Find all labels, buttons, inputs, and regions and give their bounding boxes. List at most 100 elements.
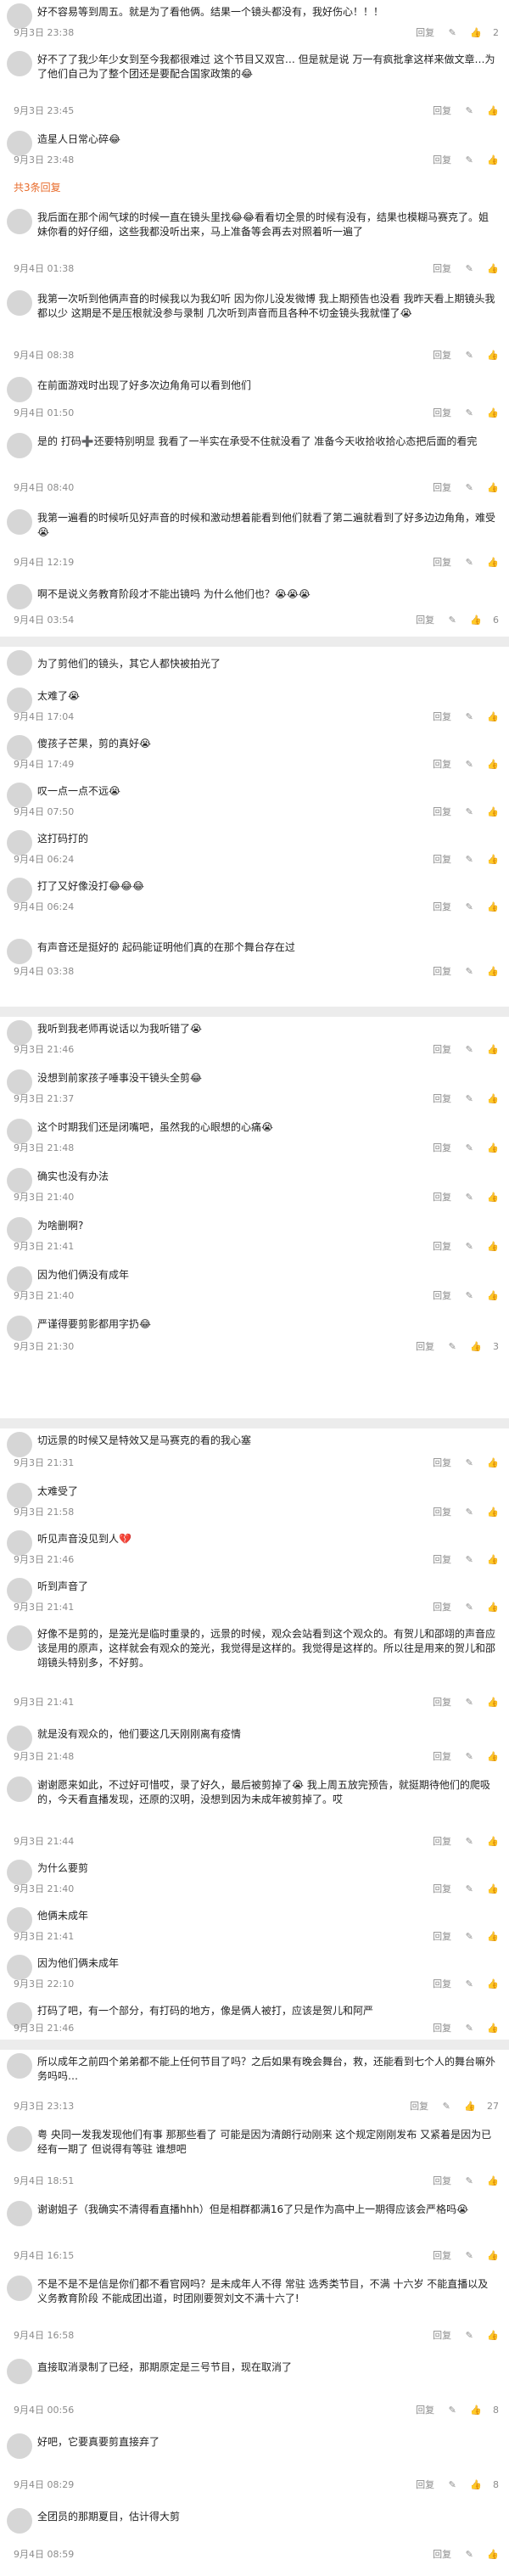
comment-icon[interactable]: ✎ [466,2330,473,2341]
thumb-up-icon[interactable]: 👍 [464,2101,476,2112]
reply-button[interactable]: 回复 [433,1751,451,1762]
reply-button[interactable]: 回复 [433,1241,451,1252]
reply-button[interactable]: 回复 [416,2405,434,2416]
comment-icon[interactable]: ✎ [449,1341,456,1352]
comment-icon[interactable]: ✎ [466,105,473,116]
thumb-up-icon[interactable]: 👍 [487,806,499,817]
reply-button[interactable]: 回复 [416,615,434,626]
reply-button[interactable]: 回复 [433,1883,451,1894]
reply-button[interactable]: 回复 [433,2023,451,2034]
reply-button[interactable]: 回复 [416,2479,434,2490]
comment-icon[interactable]: ✎ [466,1457,473,1468]
comment-icon[interactable]: ✎ [466,1751,473,1762]
reply-button[interactable]: 回复 [416,1341,434,1352]
reply-button[interactable]: 回复 [433,154,451,166]
reply-button[interactable]: 回复 [433,1192,451,1203]
comment-icon[interactable]: ✎ [466,1883,473,1894]
thumb-up-icon[interactable]: 👍 [487,1192,499,1203]
thumb-up-icon[interactable]: 👍 [470,2479,482,2490]
reply-button[interactable]: 回复 [433,350,451,361]
thumb-up-icon[interactable]: 👍 [487,854,499,865]
thumb-up-icon[interactable]: 👍 [487,154,499,166]
avatar[interactable] [7,2359,32,2384]
thumb-up-icon[interactable]: 👍 [487,350,499,361]
reply-button[interactable]: 回复 [433,1554,451,1565]
thumb-up-icon[interactable]: 👍 [487,482,499,493]
comment-icon[interactable]: ✎ [466,557,473,568]
thumb-up-icon[interactable]: 👍 [487,1241,499,1252]
avatar[interactable] [7,2433,32,2459]
reply-button[interactable]: 回复 [433,105,451,116]
comment-icon[interactable]: ✎ [466,1836,473,1847]
reply-button[interactable]: 回复 [410,2101,428,2112]
avatar[interactable] [7,2126,32,2152]
thumb-up-icon[interactable]: 👍 [487,2330,499,2341]
avatar[interactable] [7,1432,32,1457]
reply-button[interactable]: 回复 [433,2175,451,2186]
thumb-up-icon[interactable]: 👍 [487,1602,499,1613]
comment-icon[interactable]: ✎ [466,407,473,418]
avatar[interactable] [7,377,32,402]
reply-button[interactable]: 回复 [433,2549,451,2560]
reply-button[interactable]: 回复 [433,1602,451,1613]
avatar[interactable] [7,1726,32,1751]
reply-button[interactable]: 回复 [433,966,451,977]
comment-icon[interactable]: ✎ [466,2250,473,2261]
thumb-up-icon[interactable]: 👍 [487,407,499,418]
avatar[interactable] [7,939,32,964]
comment-icon[interactable]: ✎ [466,1978,473,1990]
comment-icon[interactable]: ✎ [466,1142,473,1153]
comment-icon[interactable]: ✎ [466,2549,473,2560]
avatar[interactable] [7,1316,32,1341]
thumb-up-icon[interactable]: 👍 [487,2023,499,2034]
comment-icon[interactable]: ✎ [466,1931,473,1942]
thumb-up-icon[interactable]: 👍 [487,263,499,274]
reply-button[interactable]: 回复 [433,1697,451,1708]
thumb-up-icon[interactable]: 👍 [487,2549,499,2560]
thumb-up-icon[interactable]: 👍 [487,1093,499,1104]
avatar[interactable] [7,509,32,535]
comment-icon[interactable]: ✎ [466,2023,473,2034]
comment-icon[interactable]: ✎ [449,27,456,38]
comment-icon[interactable]: ✎ [466,854,473,865]
reply-button[interactable]: 回复 [433,557,451,568]
avatar[interactable] [7,584,32,609]
avatar[interactable] [7,2276,32,2301]
thumb-up-icon[interactable]: 👍 [487,901,499,912]
comment-icon[interactable]: ✎ [466,1507,473,1518]
comment-icon[interactable]: ✎ [466,1554,473,1565]
comment-icon[interactable]: ✎ [466,1290,473,1301]
avatar[interactable] [7,290,32,316]
thumb-up-icon[interactable]: 👍 [470,27,482,38]
comment-icon[interactable]: ✎ [466,2175,473,2186]
comment-icon[interactable]: ✎ [466,901,473,912]
thumb-up-icon[interactable]: 👍 [487,1931,499,1942]
avatar[interactable] [7,650,32,676]
comment-icon[interactable]: ✎ [466,1602,473,1613]
thumb-up-icon[interactable]: 👍 [487,1507,499,1518]
comment-icon[interactable]: ✎ [466,1044,473,1055]
reply-button[interactable]: 回复 [433,1507,451,1518]
comment-icon[interactable]: ✎ [466,1697,473,1708]
thumb-up-icon[interactable]: 👍 [487,1751,499,1762]
comment-icon[interactable]: ✎ [443,2101,450,2112]
reply-button[interactable]: 回复 [433,1836,451,1847]
reply-count-link[interactable]: 共3条回复 [14,180,61,194]
avatar[interactable] [7,209,32,234]
reply-button[interactable]: 回复 [433,1142,451,1153]
thumb-up-icon[interactable]: 👍 [487,1883,499,1894]
avatar[interactable] [7,1625,32,1651]
reply-button[interactable]: 回复 [433,2250,451,2261]
reply-button[interactable]: 回复 [433,1044,451,1055]
reply-button[interactable]: 回复 [433,263,451,274]
thumb-up-icon[interactable]: 👍 [487,711,499,722]
comment-icon[interactable]: ✎ [449,2479,456,2490]
reply-button[interactable]: 回复 [433,1093,451,1104]
avatar[interactable] [7,433,32,458]
thumb-up-icon[interactable]: 👍 [487,1978,499,1990]
thumb-up-icon[interactable]: 👍 [470,615,482,626]
thumb-up-icon[interactable]: 👍 [487,2250,499,2261]
thumb-up-icon[interactable]: 👍 [470,1341,482,1352]
comment-icon[interactable]: ✎ [466,154,473,166]
reply-button[interactable]: 回复 [433,1290,451,1301]
